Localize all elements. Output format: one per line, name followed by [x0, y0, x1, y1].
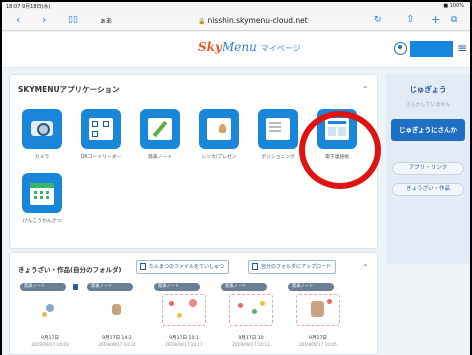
user-icon[interactable]	[394, 42, 407, 55]
bookmark-icon	[73, 284, 78, 290]
upload-folder-button[interactable]: 自分のフォルダにアップロード	[248, 260, 337, 274]
browser-toolbar: ‹ › ▯▯ ぁあ 🔒 nisshin.skymenu-cloud.net ↻ ⇧…	[2, 11, 470, 31]
address-bar[interactable]: 🔒 nisshin.skymenu-cloud.net	[198, 16, 308, 25]
app-label: けんこうかんさつ	[22, 219, 62, 224]
ipad-screen: 18:07 9月18日(水) ■ 100% ‹ › ▯▯ ぁあ 🔒 nisshin…	[2, 2, 470, 355]
folder-icon	[252, 263, 258, 270]
card-timestamp: 2019/09/17 10:03	[31, 342, 69, 347]
work-card[interactable]: 発表ノート 9月17日 10 2019/09/17 10:12	[219, 283, 283, 353]
app-label: カメラ	[34, 155, 50, 160]
card-type-tag: 発表ノート	[288, 283, 334, 291]
card-date: 9月17日 10:1	[169, 336, 199, 341]
app-label: シンカ/プレゼン	[201, 155, 237, 160]
apps-panel-title: SKYMENUアプリケーション	[18, 85, 120, 94]
reader-text-size[interactable]: ぁあ	[100, 16, 112, 25]
work-card[interactable]: 発表ノート 9月17日 14:2 2019/09/17 14:24	[85, 283, 149, 353]
lock-icon: 🔒	[198, 18, 206, 25]
lesson-status: さんかしていません	[405, 102, 451, 108]
share-icon[interactable]: ⇧	[406, 14, 414, 26]
card-thumbnail	[28, 294, 72, 326]
collapse-chevron-icon[interactable]: ⌃	[362, 85, 369, 94]
app-label: 発表ノート	[148, 155, 172, 160]
app-label: ポジショニング	[261, 155, 295, 160]
note-pen-icon	[140, 109, 180, 149]
calendar-check-icon	[22, 173, 62, 213]
app-link-button[interactable]: アプリ・リンク	[392, 162, 464, 175]
work-card[interactable]: 発表ノート 9月17日 2019/09/17 10:03	[18, 283, 82, 353]
camera-icon	[22, 109, 62, 149]
book-icon[interactable]: ▯▯	[68, 14, 78, 26]
work-card[interactable]: 発表ノート 9月17日 10:1 2019/09/17 10:17	[152, 283, 216, 353]
chevron-left-icon[interactable]: ‹	[16, 14, 20, 26]
collapse-chevron-icon[interactable]: ⌃	[362, 263, 369, 272]
card-timestamp: 2019/09/17 10:12	[232, 342, 270, 347]
card-date: 9月17日 10	[238, 336, 264, 341]
logo-menu-text: Menu	[221, 40, 257, 54]
card-type-tag: 発表ノート	[221, 283, 267, 291]
card-timestamp: 2019/09/17 10:05	[299, 342, 337, 347]
card-timestamp: 2019/09/17 10:17	[165, 342, 203, 347]
status-time: 18:07 9月18日(水)	[6, 4, 51, 10]
card-type-tag: 発表ノート	[154, 283, 200, 291]
card-timestamp: 2019/09/17 14:24	[98, 342, 136, 347]
battery-indicator: ■ 100%	[443, 3, 464, 9]
app-qr-reader[interactable]: QRコードリーダー	[79, 109, 123, 160]
app-label: QRコードリーダー	[80, 155, 122, 160]
qr-code-icon	[81, 109, 121, 149]
highlight-circle	[299, 111, 381, 189]
logo-sky-text: Sky	[198, 40, 222, 54]
user-name-redacted	[410, 41, 453, 57]
card-thumbnail	[296, 294, 340, 326]
materials-works-button[interactable]: きょうざい・作品	[392, 183, 464, 196]
mypage-label: マイページ	[260, 44, 301, 53]
lesson-title: じゅぎょう	[409, 85, 447, 94]
upload-label: 自分のフォルダにアップロード	[261, 264, 332, 270]
status-bar: 18:07 9月18日(水) ■ 100%	[2, 2, 470, 11]
board-icon	[258, 109, 298, 149]
app-positioning[interactable]: ポジショニング	[256, 109, 300, 160]
hamburger-menu-icon[interactable]: ≡	[457, 42, 467, 54]
app-presentation[interactable]: シンカ/プレゼン	[197, 109, 241, 160]
join-lesson-button[interactable]: じゅぎょうにさんか	[391, 119, 465, 141]
app-health-observation[interactable]: けんこうかんさつ	[20, 173, 64, 224]
card-date: 9月17日	[41, 336, 59, 341]
card-type-tag: 発表ノート	[87, 283, 133, 291]
works-panel-title: きょうざい・作品(自分のフォルダ)	[18, 266, 122, 274]
url-text: nisshin.skymenu-cloud.net	[207, 16, 308, 25]
card-thumbnail	[229, 294, 273, 326]
app-header: SkyMenu マイページ ≡	[2, 32, 470, 68]
lesson-sidebar: じゅぎょう さんかしていません じゅぎょうにさんか アプリ・リンク きょうざい・…	[386, 74, 470, 264]
tabs-icon[interactable]: ⧉	[451, 14, 457, 26]
app-camera[interactable]: カメラ	[20, 109, 64, 160]
work-card[interactable]: 発表ノート 9月17日 2019/09/17 10:05	[286, 283, 350, 353]
card-thumbnail	[95, 294, 139, 326]
card-date: 9月17日	[309, 336, 327, 341]
works-panel: きょうざい・作品(自分のフォルダ) たんまつのファイルをていしゅつ 自分のフォル…	[9, 252, 378, 355]
plus-icon[interactable]: +	[431, 14, 440, 26]
reload-icon[interactable]: ↻	[374, 14, 382, 26]
card-date: 9月17日 14:2	[102, 336, 132, 341]
chevron-right-icon[interactable]: ›	[42, 14, 46, 26]
file-icon	[140, 263, 146, 270]
card-thumbnail	[162, 294, 206, 326]
device-frame: 18:07 9月18日(水) ■ 100% ‹ › ▯▯ ぁあ 🔒 nisshin…	[0, 0, 472, 355]
card-type-tag: 発表ノート	[20, 283, 66, 291]
app-presentation-note[interactable]: 発表ノート	[138, 109, 182, 160]
presentation-icon	[199, 109, 239, 149]
submit-label: たんまつのファイルをていしゅつ	[149, 264, 225, 270]
skymenu-logo[interactable]: SkyMenu マイページ	[198, 40, 301, 54]
submit-device-file-button[interactable]: たんまつのファイルをていしゅつ	[136, 260, 230, 274]
